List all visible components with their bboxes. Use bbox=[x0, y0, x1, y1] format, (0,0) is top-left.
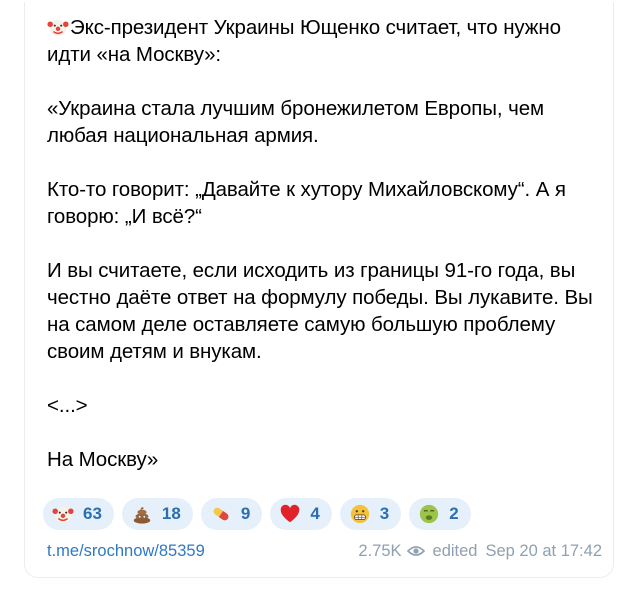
message-text: Экс-президент Украины Ющенко считает, чт… bbox=[47, 14, 607, 473]
reaction-count: 3 bbox=[379, 504, 390, 523]
reaction-heart[interactable]: 4 bbox=[270, 498, 332, 530]
reaction-nauseated[interactable]: 2 bbox=[409, 498, 471, 530]
reaction-count: 2 bbox=[449, 504, 459, 523]
reactions-bar: 63 18 9 4 3 2 bbox=[43, 498, 471, 530]
reaction-grimacing[interactable]: 3 bbox=[339, 498, 402, 530]
eye-icon bbox=[406, 546, 425, 556]
reaction-pill[interactable]: 9 bbox=[200, 498, 263, 530]
edited-label: edited bbox=[432, 542, 478, 560]
reaction-clown[interactable]: 63 bbox=[43, 498, 114, 530]
clown-face-icon bbox=[47, 19, 69, 37]
message-paragraph: «Украина стала лучшим бронежилетом Европ… bbox=[47, 97, 550, 147]
view-count: 2.75K bbox=[358, 542, 402, 560]
post-link[interactable]: t.me/srochnow/85359 bbox=[47, 540, 205, 562]
message-timestamp: Sep 20 at 17:42 bbox=[485, 542, 602, 560]
message-paragraph: <...> bbox=[47, 394, 88, 417]
reaction-count: 18 bbox=[161, 504, 181, 523]
message-paragraph-text: Экс-президент Украины Ющенко считает, чт… bbox=[47, 16, 567, 66]
reaction-count: 63 bbox=[83, 504, 102, 523]
reaction-poo[interactable]: 18 bbox=[121, 498, 193, 530]
nauseated-face-icon bbox=[420, 504, 439, 524]
red-heart-icon bbox=[281, 504, 300, 523]
grimacing-face-icon bbox=[350, 504, 369, 524]
message-paragraph: И вы считаете, если исходить из границы … bbox=[47, 259, 599, 363]
message-meta: 2.75K edited Sep 20 at 17:42 bbox=[358, 540, 602, 562]
reaction-count: 4 bbox=[310, 504, 320, 523]
reaction-count: 9 bbox=[240, 504, 251, 523]
pile-of-poo-icon bbox=[133, 507, 151, 524]
message-footer: t.me/srochnow/85359 2.75K edited Sep 20 … bbox=[47, 540, 602, 562]
message-paragraph: Экс-президент Украины Ющенко считает, чт… bbox=[47, 14, 607, 68]
pill-icon bbox=[213, 507, 229, 521]
clown-face-icon bbox=[52, 506, 74, 524]
message-paragraph: Кто-то говорит: „Давайте к хутору Михайл… bbox=[47, 178, 572, 228]
message-paragraph: На Москву» bbox=[47, 448, 159, 471]
